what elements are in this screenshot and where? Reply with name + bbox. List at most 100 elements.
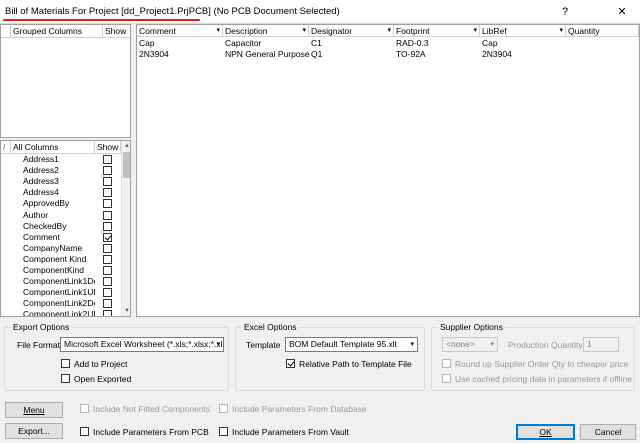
supplier-value: <none> bbox=[446, 339, 475, 349]
include-from-pcb-label[interactable]: Include Parameters From PCB bbox=[93, 427, 209, 438]
column-show-checkbox[interactable] bbox=[103, 277, 112, 287]
production-quantity-label: Production Quantity bbox=[508, 340, 583, 350]
include-not-fitted-checkbox[interactable] bbox=[80, 404, 89, 413]
column-list-item[interactable]: Address2 bbox=[1, 165, 121, 176]
all-columns-header-label[interactable]: All Columns bbox=[11, 141, 95, 154]
close-button[interactable]: ✕ bbox=[613, 3, 631, 21]
column-show-checkbox[interactable] bbox=[103, 266, 112, 275]
open-exported-label[interactable]: Open Exported bbox=[74, 374, 131, 385]
filter-dropdown-icon[interactable]: ▾ bbox=[216, 25, 220, 37]
table-row[interactable]: Cap Capacitor C1 RAD-0.3 Cap bbox=[137, 38, 639, 49]
include-not-fitted-label[interactable]: Include Not Fitted Components bbox=[93, 404, 210, 415]
include-from-pcb-checkbox[interactable] bbox=[80, 427, 89, 436]
column-name: ComponentKind bbox=[23, 265, 84, 275]
add-to-project-label[interactable]: Add to Project bbox=[74, 359, 127, 370]
include-from-vault-checkbox[interactable] bbox=[219, 427, 228, 436]
column-name: Address3 bbox=[23, 176, 59, 187]
filter-dropdown-icon[interactable]: ▾ bbox=[559, 25, 563, 37]
column-list-item[interactable]: ComponentLink1UF bbox=[1, 287, 121, 298]
scroll-down-icon[interactable]: ▼ bbox=[123, 306, 130, 316]
column-list-item[interactable]: ComponentLink2De bbox=[1, 298, 121, 309]
filter-dropdown-icon[interactable]: ▾ bbox=[387, 25, 391, 37]
table-cell: 2N3904 bbox=[139, 49, 169, 59]
include-from-vault-label[interactable]: Include Parameters From Vault bbox=[232, 427, 349, 438]
ok-button[interactable]: OK bbox=[516, 424, 575, 440]
all-columns-scrollbar[interactable]: ▲ ▼ bbox=[121, 141, 130, 316]
file-format-value: Microsoft Excel Worksheet (*.xls;*.xlsx;… bbox=[64, 339, 223, 349]
relative-path-checkbox[interactable] bbox=[286, 359, 295, 368]
bom-column-header[interactable]: Comment ▾ bbox=[137, 25, 223, 37]
grouped-columns-header-label[interactable]: Grouped Columns bbox=[11, 25, 103, 38]
column-name: CheckedBy bbox=[23, 220, 67, 231]
column-show-checkbox[interactable] bbox=[103, 299, 112, 309]
column-list-item[interactable]: Address3 bbox=[1, 176, 121, 187]
scroll-up-icon[interactable]: ▲ bbox=[123, 141, 130, 151]
column-list-item[interactable]: ComponentKind bbox=[1, 265, 121, 276]
production-quantity-input[interactable]: 1 bbox=[583, 337, 619, 352]
relative-path-label[interactable]: Relative Path to Template File bbox=[299, 359, 412, 370]
help-button[interactable]: ? bbox=[556, 3, 574, 21]
all-columns-panel[interactable]: / All Columns Show Address1 Address2 Addre… bbox=[0, 140, 131, 317]
column-list-item[interactable]: ApprovedBy bbox=[1, 198, 121, 209]
table-cell: Q1 bbox=[311, 49, 323, 59]
column-show-checkbox[interactable] bbox=[103, 199, 112, 209]
column-name: Address1 bbox=[23, 154, 59, 164]
table-row[interactable]: 2N3904 NPN General Purpose A Q1 TO-92A 2N390… bbox=[137, 49, 639, 60]
round-up-checkbox[interactable] bbox=[442, 359, 451, 368]
column-show-checkbox[interactable] bbox=[103, 188, 112, 198]
column-list-item[interactable]: Address4 bbox=[1, 187, 121, 198]
column-list-item[interactable]: ComponentLink1De bbox=[1, 276, 121, 287]
table-cell: NPN General Purpose A bbox=[225, 49, 309, 59]
bom-table[interactable]: Comment ▾ Description ▾ Designator ▾ Footprint… bbox=[136, 24, 640, 317]
menu-button[interactable]: Menu bbox=[5, 402, 63, 418]
template-select[interactable]: BOM Default Template 95.xlt ▾ bbox=[285, 337, 418, 352]
bom-column-header[interactable]: Quantity bbox=[566, 25, 639, 37]
bom-column-header[interactable]: Footprint ▾ bbox=[394, 25, 480, 37]
column-list-item[interactable]: Author bbox=[1, 210, 121, 221]
round-up-label[interactable]: Round up Supplier Order Qty to cheaper p… bbox=[455, 359, 631, 370]
column-show-checkbox[interactable] bbox=[103, 254, 112, 264]
table-cell: Cap bbox=[482, 38, 498, 48]
filter-dropdown-icon[interactable]: ▾ bbox=[473, 25, 477, 37]
column-show-checkbox[interactable] bbox=[103, 310, 112, 316]
grouped-columns-panel[interactable]: Grouped Columns Show bbox=[0, 24, 131, 138]
cancel-button[interactable]: Cancel bbox=[580, 424, 636, 440]
bom-column-header[interactable]: LibRef ▾ bbox=[480, 25, 566, 37]
scrollbar-thumb[interactable] bbox=[123, 152, 130, 178]
include-from-database-checkbox[interactable] bbox=[219, 404, 228, 413]
chevron-down-icon: ▾ bbox=[490, 341, 494, 348]
column-list-item[interactable]: Comment bbox=[1, 232, 121, 243]
filter-dropdown-icon[interactable]: ▾ bbox=[302, 25, 306, 37]
supplier-select[interactable]: <none> ▾ bbox=[442, 337, 498, 352]
column-list-item[interactable]: ComponentLink2UF bbox=[1, 309, 121, 316]
column-show-checkbox[interactable] bbox=[103, 221, 112, 231]
column-show-checkbox[interactable] bbox=[103, 232, 112, 242]
column-list-item[interactable]: Address1 bbox=[1, 154, 121, 165]
column-show-checkbox[interactable] bbox=[103, 155, 112, 164]
column-show-checkbox[interactable] bbox=[103, 288, 112, 298]
open-exported-checkbox[interactable] bbox=[61, 374, 70, 383]
file-format-select[interactable]: Microsoft Excel Worksheet (*.xls;*.xlsx;… bbox=[60, 337, 224, 352]
grouped-show-header[interactable]: Show bbox=[103, 25, 130, 38]
table-cell: 2N3904 bbox=[482, 49, 512, 59]
column-name: Author bbox=[23, 209, 49, 220]
add-to-project-checkbox[interactable] bbox=[61, 359, 70, 368]
column-list-item[interactable]: CompanyName bbox=[1, 243, 121, 254]
column-list-item[interactable]: CheckedBy bbox=[1, 221, 121, 232]
column-name: Comment bbox=[23, 231, 60, 242]
export-button[interactable]: Export... bbox=[5, 423, 63, 439]
column-show-checkbox[interactable] bbox=[103, 243, 112, 253]
table-cell: Capacitor bbox=[225, 38, 262, 48]
column-show-checkbox[interactable] bbox=[103, 210, 112, 220]
bom-column-header[interactable]: Designator ▾ bbox=[309, 25, 394, 37]
column-show-checkbox[interactable] bbox=[103, 177, 112, 187]
include-from-database-label[interactable]: Include Parameters From Database bbox=[232, 404, 367, 415]
bom-column-header[interactable]: Description ▾ bbox=[223, 25, 309, 37]
column-name: ComponentLink1UF bbox=[23, 287, 95, 298]
use-cached-label[interactable]: Use cached pricing data in parameters if… bbox=[455, 374, 632, 385]
column-show-checkbox[interactable] bbox=[103, 166, 112, 176]
supplier-options-title: Supplier Options bbox=[438, 322, 505, 333]
column-list-item[interactable]: Component Kind bbox=[1, 254, 121, 265]
use-cached-checkbox[interactable] bbox=[442, 374, 451, 383]
all-show-header[interactable]: Show bbox=[95, 141, 121, 154]
